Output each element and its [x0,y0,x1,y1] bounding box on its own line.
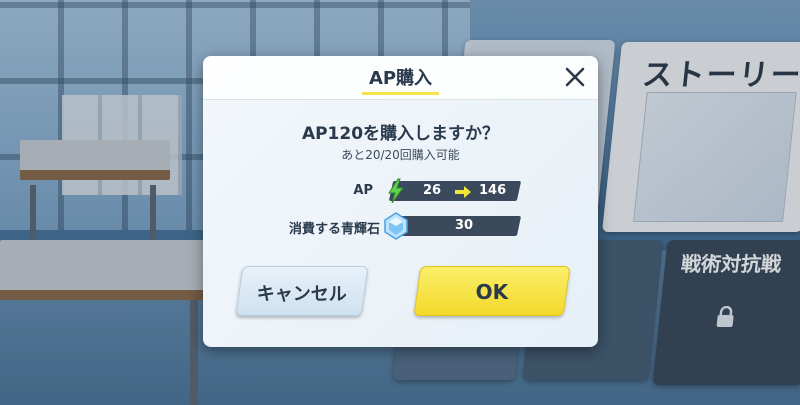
title-underline [362,92,439,95]
close-icon [565,67,585,87]
lightning-bolt-icon [388,178,404,204]
purchase-question: AP120を購入しますか？ [301,124,500,144]
ok-button[interactable]: OK [413,266,571,316]
ok-button-label: OK [475,280,509,304]
ap-current-value: 26 [423,183,442,198]
cancel-button-label: キャンセル [256,284,347,305]
ap-purchase-dialog: AP購入 AP120を購入しますか？ あと20/20回購入可能 AP 26 14… [203,56,598,347]
cancel-button[interactable]: キャンセル [235,266,369,316]
cost-label: 消費する青輝石 [288,222,380,237]
blue-gem-icon [384,212,408,240]
arrow-right-icon [455,186,471,198]
close-button[interactable] [562,64,588,90]
cost-value: 30 [455,218,474,233]
ap-after-value: 146 [479,183,507,198]
ap-label: AP [353,183,373,198]
cost-row: 消費する青輝石 30 [203,212,598,240]
remaining-purchases: あと20/20回購入可能 [341,148,460,162]
dialog-header: AP購入 [203,56,598,100]
dialog-title: AP購入 [368,68,433,89]
ap-row: AP 26 146 [203,178,598,204]
